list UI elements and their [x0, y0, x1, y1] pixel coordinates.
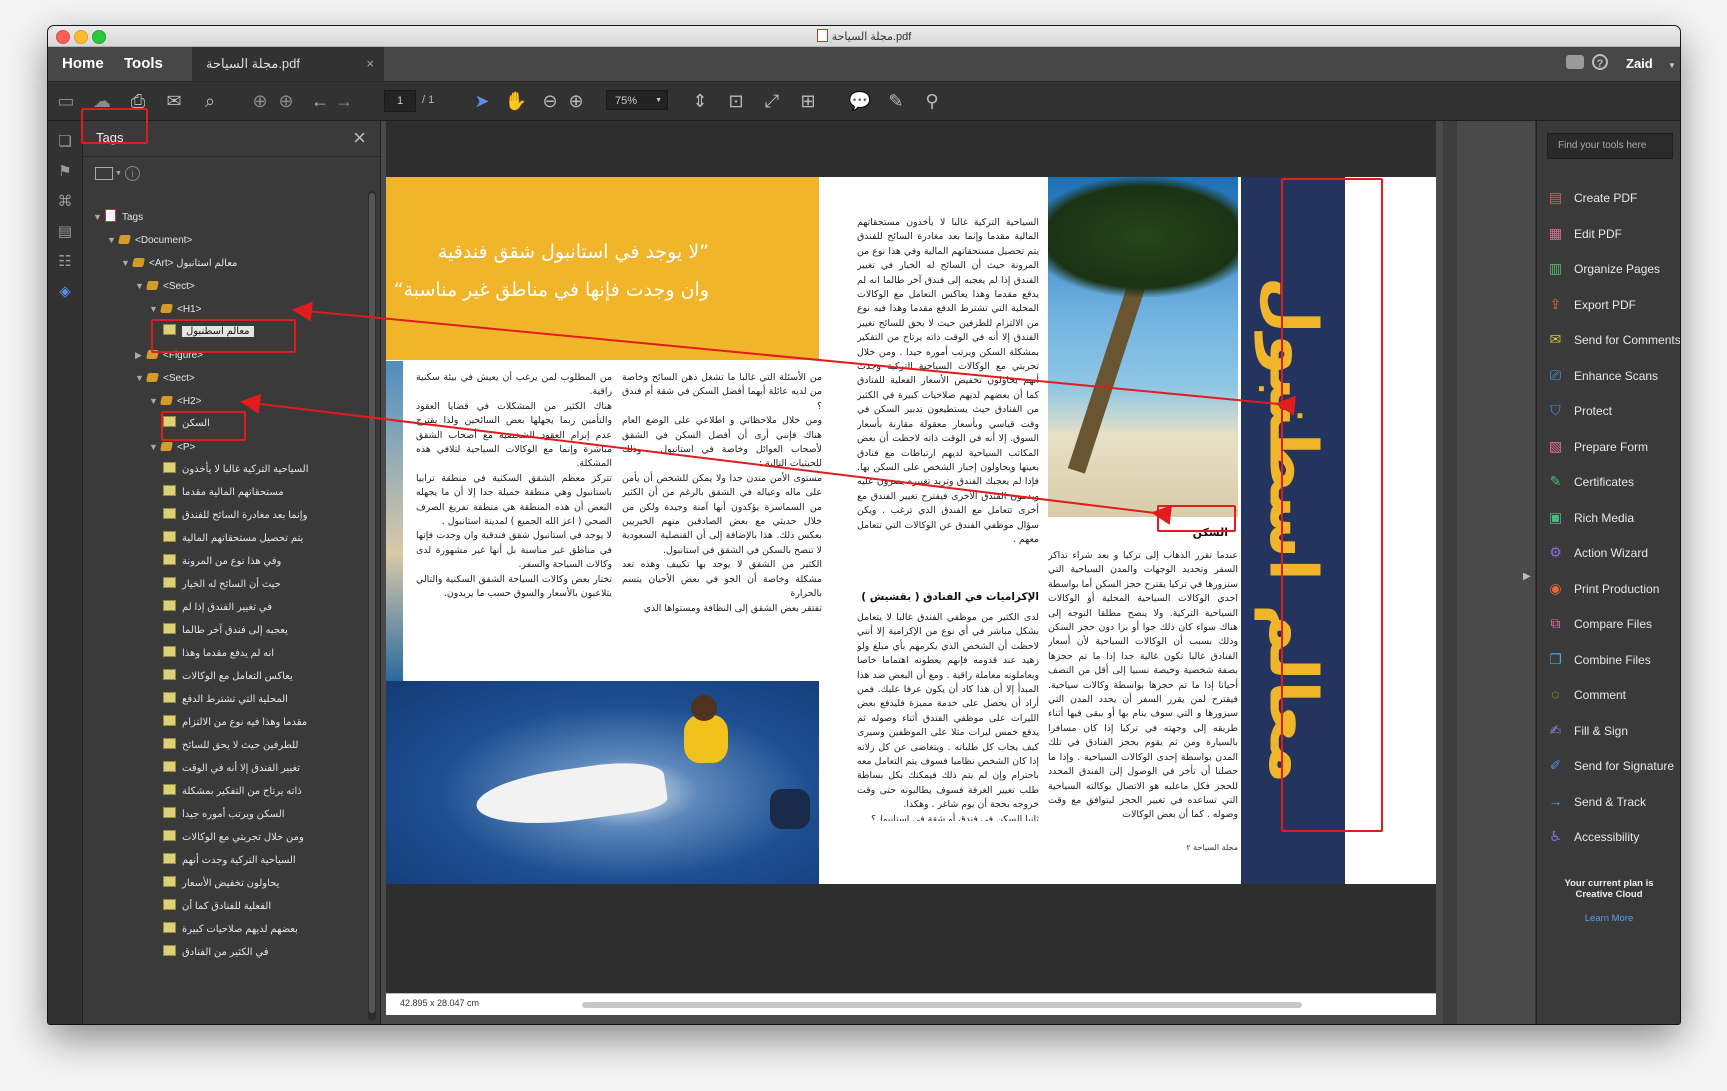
- annotation-arrows: [240, 301, 1296, 525]
- arrow-title-to-h1: [292, 301, 1296, 416]
- arrow-housing-to-h2: [240, 394, 1173, 525]
- acrobat-window: مجلة السياحة.pdf Home Tools مجلة السياحة…: [48, 26, 1680, 1024]
